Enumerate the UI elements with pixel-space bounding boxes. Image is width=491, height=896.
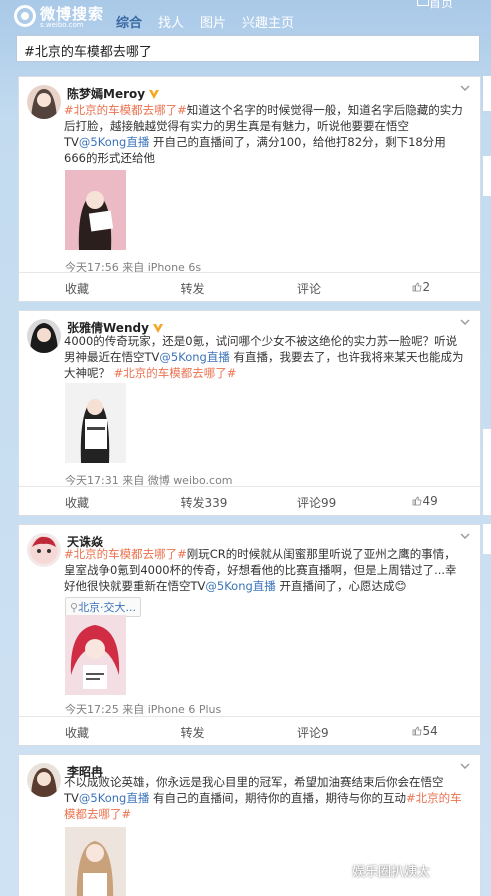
home-icon[interactable] <box>417 0 429 6</box>
chevron-down-icon[interactable] <box>460 761 470 771</box>
mention-link[interactable]: @5Kong直播 <box>159 350 229 364</box>
thumbs-up-icon <box>412 282 421 292</box>
weibo-card: 天诛焱 #北京的车模都去哪了#刚玩CR的时候就从闺蜜那里听说了亚州之鹰的事情，皇… <box>18 524 481 746</box>
mention-link[interactable]: @5Kong直播 <box>79 135 149 149</box>
post-text: 4000的传奇玩家，还是0氪，试问哪个少女不被这绝伦的实力苏一脸呢？听说男神最近… <box>64 333 466 381</box>
side-panel-edge <box>483 524 491 554</box>
action-bar: 收藏 转发 评论 2 <box>19 272 480 301</box>
favorite-button[interactable]: 收藏 <box>19 273 134 301</box>
avatar[interactable] <box>27 85 61 119</box>
comment-button[interactable]: 评论99 <box>249 487 366 515</box>
location-tag[interactable]: ⚲北京·交大... <box>65 597 142 617</box>
avatar[interactable] <box>27 763 61 797</box>
repost-button[interactable]: 转发 <box>134 273 250 301</box>
location-pin-icon: ⚲ <box>70 601 79 614</box>
action-bar: 收藏 转发 评论9 54 <box>19 716 480 745</box>
post-image[interactable] <box>65 383 126 463</box>
side-panel-edge <box>483 76 491 111</box>
like-button[interactable]: 49 <box>366 487 481 515</box>
comment-button[interactable]: 评论 <box>249 273 366 301</box>
thumbs-up-icon <box>412 726 421 736</box>
comment-button[interactable]: 评论9 <box>249 717 366 745</box>
hashtag-link[interactable]: #北京的车模都去哪了# <box>114 366 237 380</box>
post-image[interactable] <box>65 170 126 250</box>
chevron-down-icon[interactable] <box>460 317 470 327</box>
logo-url: s.weibo.com <box>40 21 84 29</box>
mention-link[interactable]: @5Kong直播 <box>205 579 275 593</box>
tab-comprehensive[interactable]: 综合 <box>116 12 142 31</box>
thumbs-up-icon <box>412 496 421 506</box>
post-text-segment: 有自己的直播间，期待你的直播，期待与你的互动 <box>149 791 406 805</box>
like-count: 54 <box>422 724 438 738</box>
avatar[interactable] <box>27 533 61 567</box>
username[interactable]: 陈梦嫣Meroy <box>67 85 160 102</box>
post-text-segment: 开直播间了，心愿达成😊 <box>275 579 407 593</box>
mention-link[interactable]: @5Kong直播 <box>79 791 149 805</box>
tab-people[interactable]: 找人 <box>158 12 184 31</box>
action-bar: 收藏 转发339 评论99 49 <box>19 486 480 515</box>
wechat-icon <box>333 861 350 875</box>
like-button[interactable]: 2 <box>366 273 481 301</box>
like-button[interactable]: 54 <box>366 717 481 745</box>
repost-button[interactable]: 转发339 <box>134 487 250 515</box>
search-tabs: 综合 找人 图片 兴趣主页 <box>116 12 294 31</box>
avatar[interactable] <box>27 319 61 353</box>
post-image[interactable] <box>65 827 126 896</box>
weibo-card: 张雅倩Wendy 4000的传奇玩家，还是0氪，试问哪个少女不被这绝伦的实力苏一… <box>18 310 481 516</box>
repost-button[interactable]: 转发 <box>134 717 250 745</box>
top-bar: 微博搜索 s.weibo.com 综合 找人 图片 兴趣主页 首页 <box>0 0 491 36</box>
search-input[interactable]: #北京的车模都去哪了 <box>16 35 480 62</box>
tab-interest[interactable]: 兴趣主页 <box>242 12 294 31</box>
weibo-card: 陈梦嫣Meroy #北京的车模都去哪了#知道这个名字的时候觉得一般，知道名字后隐… <box>18 76 481 302</box>
like-count: 2 <box>422 280 431 294</box>
chevron-down-icon[interactable] <box>460 83 470 93</box>
side-panel-edge <box>483 429 491 515</box>
hashtag-link[interactable]: #北京的车模都去哪了# <box>64 547 187 561</box>
username-text: 陈梦嫣Meroy <box>67 87 146 101</box>
post-text: 不以成败论英雄，你永远是我心目里的冠军，希望加油赛结束后你会在悟空TV@5Kon… <box>64 774 466 822</box>
post-text: #北京的车模都去哪了#知道这个名字的时候觉得一般，知道名字后隐藏的实力后打脸，越… <box>64 102 466 166</box>
hashtag-link[interactable]: #北京的车模都去哪了# <box>64 103 187 117</box>
post-text: #北京的车模都去哪了#刚玩CR的时候就从闺蜜那里听说了亚州之鹰的事情，皇室战争0… <box>64 546 466 594</box>
like-count: 49 <box>422 494 438 508</box>
post-time-source: 今天17:25 来自 iPhone 6 Plus <box>65 703 222 716</box>
favorite-button[interactable]: 收藏 <box>19 717 134 745</box>
home-link[interactable]: 首页 <box>429 0 453 11</box>
side-panel-edge <box>483 156 491 196</box>
watermark-text: 娱乐圈扒姨太 <box>352 865 431 880</box>
favorite-button[interactable]: 收藏 <box>19 487 134 515</box>
post-image[interactable] <box>65 615 126 695</box>
tab-images[interactable]: 图片 <box>200 12 226 31</box>
chevron-down-icon[interactable] <box>460 531 470 541</box>
weibo-search-logo[interactable]: 微博搜索 s.weibo.com <box>14 2 104 32</box>
vip-badge-icon <box>149 90 160 99</box>
weibo-eye-icon <box>14 5 36 27</box>
location-text: 北京·交大... <box>78 601 137 614</box>
